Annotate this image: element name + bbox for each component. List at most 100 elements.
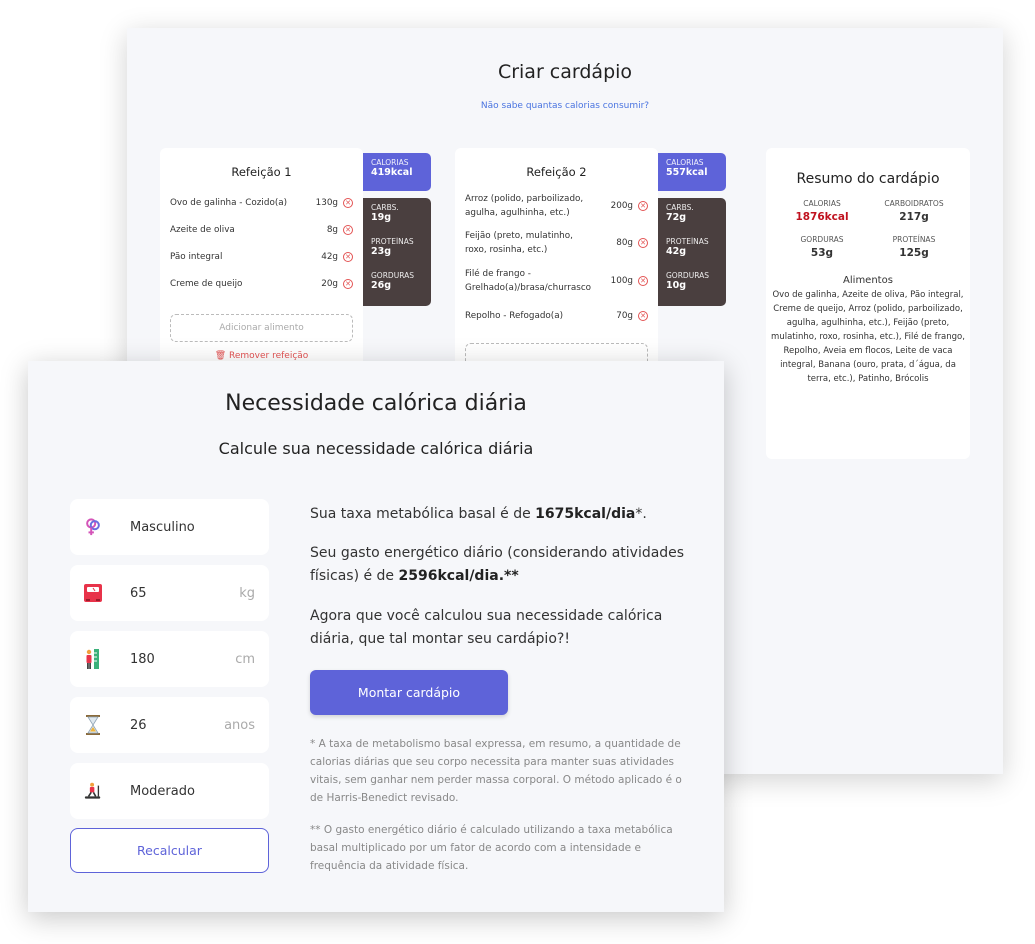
- calories-value: 419kcal: [371, 167, 413, 178]
- meal-item: Repolho - Refogado(a) 70g ✕: [455, 299, 658, 333]
- bmr-result: Sua taxa metabólica basal é de 1675kcal/…: [310, 503, 690, 526]
- macros-box: CARBS. 19g PROTEÍNAS 23g GORDURAS 26g: [363, 198, 431, 306]
- remove-item-icon[interactable]: ✕: [638, 276, 648, 286]
- meal-item: Filé de frango - Grelhado(a)/brasa/churr…: [455, 263, 658, 299]
- meal-1-macros: CALORIAS 419kcal CARBS. 19g PROTEÍNAS 23g …: [363, 153, 431, 306]
- remove-item-icon[interactable]: ✕: [343, 197, 353, 208]
- hourglass-icon: [84, 714, 102, 736]
- summary-protein-label: PROTEÍNAS: [892, 235, 936, 244]
- calculator-title: Necessidade calórica diária: [225, 391, 527, 416]
- meal-item-qty[interactable]: 130g: [298, 198, 338, 208]
- calories-label: CALORIAS: [371, 158, 409, 167]
- summary-calories-label: CALORIAS: [803, 199, 841, 208]
- protein-value: 23g: [371, 246, 392, 257]
- remove-item-icon[interactable]: ✕: [638, 311, 648, 321]
- calorie-help-link[interactable]: Não sabe quantas calorias consumir?: [127, 101, 1003, 111]
- weight-unit: kg: [239, 585, 255, 601]
- recalculate-button[interactable]: Recalcular: [70, 828, 269, 873]
- planner-title: Criar cardápio: [497, 61, 633, 83]
- age-unit: anos: [224, 717, 255, 733]
- add-food-button[interactable]: Adicionar alimento: [170, 314, 353, 342]
- gender-icon: [84, 516, 102, 538]
- age-input[interactable]: 26 anos: [70, 697, 269, 753]
- remove-item-icon[interactable]: ✕: [638, 201, 648, 211]
- summary-fat-label: GORDURAS: [800, 235, 844, 244]
- remove-item-icon[interactable]: ✕: [343, 224, 353, 235]
- treadmill-icon: [84, 780, 102, 802]
- meal-title: Refeição 1: [231, 165, 292, 179]
- carbs-value: 72g: [666, 212, 687, 223]
- scale-icon: [84, 582, 102, 604]
- height-input[interactable]: 180 cm: [70, 631, 269, 687]
- meal-item-qty[interactable]: 42g: [298, 252, 338, 262]
- protein-value: 42g: [666, 246, 687, 257]
- meal-item-name: Ovo de galinha - Cozido(a): [170, 197, 288, 208]
- protein-label: PROTEÍNAS: [666, 237, 709, 246]
- remove-item-icon[interactable]: ✕: [343, 251, 353, 262]
- summary-foods-title: Alimentos: [843, 275, 893, 286]
- meal-item-name: Feijão (preto, mulatinho, roxo, rosinha,…: [465, 231, 573, 255]
- meal-item-qty[interactable]: 8g: [298, 225, 338, 235]
- meal-item-qty[interactable]: 20g: [298, 279, 338, 289]
- calories-value: 557kcal: [666, 167, 708, 178]
- height-measure-icon: [84, 648, 102, 670]
- carbs-label: CARBS.: [666, 203, 694, 212]
- meal-item: Creme de queijo 20g ✕: [160, 270, 363, 297]
- meal-item: Azeite de oliva 8g ✕: [160, 216, 363, 243]
- summary-fat-value: 53g: [810, 247, 834, 259]
- meal-item-name: Repolho - Refogado(a): [465, 311, 564, 321]
- fat-value: 26g: [371, 280, 392, 291]
- sex-select[interactable]: Masculino: [70, 499, 269, 555]
- meal-item-name: Azeite de oliva: [170, 224, 235, 235]
- meal-item: Arroz (polido, parboilizado, agulha, agu…: [455, 189, 658, 223]
- summary-foods-list: Ovo de galinha, Azeite de oliva, Pão int…: [771, 290, 965, 384]
- height-value: 180: [130, 651, 155, 667]
- meal-item-name: Pão integral: [170, 251, 223, 262]
- summary-protein-value: 125g: [899, 247, 929, 259]
- meal-title: Refeição 2: [526, 165, 587, 179]
- fat-value: 10g: [666, 280, 687, 291]
- trash-icon: 🗑: [214, 351, 227, 361]
- protein-label: PROTEÍNAS: [371, 237, 414, 246]
- bmr-suffix: *.: [635, 506, 647, 522]
- activity-select[interactable]: Moderado: [70, 763, 269, 819]
- meal-2-macros: CALORIAS 557kcal CARBS. 72g PROTEÍNAS 42g …: [658, 153, 726, 306]
- cta-text: Agora que você calculou sua necessidade …: [310, 608, 663, 647]
- meal-item-qty[interactable]: 200g: [593, 201, 633, 211]
- bmr-prefix: Sua taxa metabólica basal é de: [310, 506, 536, 522]
- remove-item-icon[interactable]: ✕: [343, 278, 353, 289]
- build-menu-button[interactable]: Montar cardápio: [310, 670, 508, 715]
- weight-value: 65: [130, 585, 147, 601]
- calories-box: CALORIAS 419kcal: [363, 153, 431, 191]
- calories-box: CALORIAS 557kcal: [658, 153, 726, 191]
- meal-item-name: Filé de frango - Grelhado(a)/brasa/churr…: [465, 269, 592, 293]
- bmr-footnote: * A taxa de metabolismo basal expressa, …: [310, 738, 682, 804]
- fat-label: GORDURAS: [666, 271, 709, 280]
- remove-item-icon[interactable]: ✕: [638, 238, 648, 248]
- carbs-value: 19g: [371, 212, 392, 223]
- tee-footnote: ** O gasto energético diário é calculado…: [310, 824, 673, 872]
- carbs-label: CARBS.: [371, 203, 399, 212]
- meal-item-name: Arroz (polido, parboilizado, agulha, agu…: [465, 194, 584, 218]
- macros-box: CARBS. 72g PROTEÍNAS 42g GORDURAS 10g: [658, 198, 726, 306]
- weight-input[interactable]: 65 kg: [70, 565, 269, 621]
- meal-item: Ovo de galinha - Cozido(a) 130g ✕: [160, 189, 363, 216]
- meal-item-qty[interactable]: 70g: [593, 311, 633, 321]
- age-value: 26: [130, 717, 147, 733]
- sex-value: Masculino: [130, 519, 195, 535]
- tee-value: 2596kcal/dia.**: [398, 568, 519, 584]
- meal-item: Pão integral 42g ✕: [160, 243, 363, 270]
- activity-value: Moderado: [130, 783, 195, 799]
- calorie-calculator-card: Necessidade calórica diária Calcule sua …: [28, 361, 724, 912]
- height-unit: cm: [235, 651, 255, 667]
- summary-carbs-label: CARBOIDRATOS: [884, 199, 944, 208]
- meal-item-qty[interactable]: 80g: [593, 238, 633, 248]
- remove-meal-button[interactable]: 🗑 Remover refeição: [160, 351, 363, 361]
- meal-item: Feijão (preto, mulatinho, roxo, rosinha,…: [455, 223, 658, 263]
- summary-title: Resumo do cardápio: [796, 171, 940, 187]
- summary-calories-value: 1876kcal: [795, 211, 849, 223]
- remove-meal-label: Remover refeição: [229, 351, 309, 361]
- tee-result: Seu gasto energético diário (considerand…: [310, 542, 690, 588]
- meal-item-qty[interactable]: 100g: [593, 276, 633, 286]
- menu-summary: Resumo do cardápio CALORIAS 1876kcal CARB…: [766, 148, 970, 459]
